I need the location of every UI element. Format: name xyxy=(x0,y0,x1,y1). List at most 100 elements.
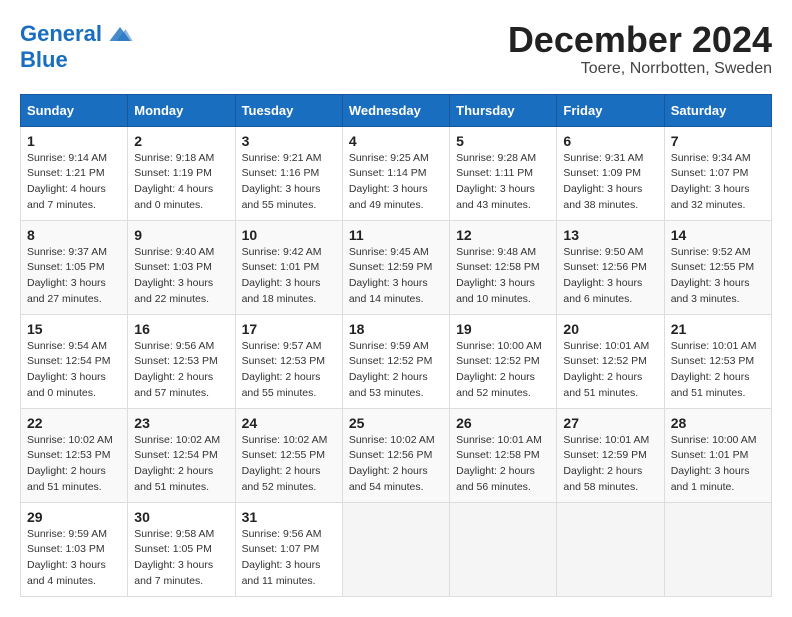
week-row-3: 15 Sunrise: 9:54 AM Sunset: 12:54 PM Day… xyxy=(21,314,772,408)
daylight-text: Daylight: 2 hours and 53 minutes. xyxy=(349,371,428,399)
calendar-cell: 10 Sunrise: 9:42 AM Sunset: 1:01 PM Dayl… xyxy=(235,220,342,314)
sunrise-text: Sunrise: 9:31 AM xyxy=(563,152,643,164)
day-info: Sunrise: 9:50 AM Sunset: 12:56 PM Daylig… xyxy=(563,245,657,308)
sunset-text: Sunset: 12:55 PM xyxy=(242,449,325,461)
calendar-cell: 3 Sunrise: 9:21 AM Sunset: 1:16 PM Dayli… xyxy=(235,126,342,220)
day-info: Sunrise: 9:52 AM Sunset: 12:55 PM Daylig… xyxy=(671,245,765,308)
week-row-5: 29 Sunrise: 9:59 AM Sunset: 1:03 PM Dayl… xyxy=(21,502,772,596)
week-row-1: 1 Sunrise: 9:14 AM Sunset: 1:21 PM Dayli… xyxy=(21,126,772,220)
logo-text: General xyxy=(20,22,102,46)
calendar-cell: 17 Sunrise: 9:57 AM Sunset: 12:53 PM Day… xyxy=(235,314,342,408)
sunset-text: Sunset: 12:59 PM xyxy=(563,449,646,461)
day-info: Sunrise: 9:31 AM Sunset: 1:09 PM Dayligh… xyxy=(563,151,657,214)
sunset-text: Sunset: 1:03 PM xyxy=(27,543,105,555)
sunrise-text: Sunrise: 9:52 AM xyxy=(671,246,751,258)
sunset-text: Sunset: 12:55 PM xyxy=(671,261,754,273)
sunrise-text: Sunrise: 9:21 AM xyxy=(242,152,322,164)
sunset-text: Sunset: 1:01 PM xyxy=(242,261,320,273)
daylight-text: Daylight: 3 hours and 32 minutes. xyxy=(671,183,750,211)
day-info: Sunrise: 10:02 AM Sunset: 12:56 PM Dayli… xyxy=(349,433,443,496)
day-info: Sunrise: 10:02 AM Sunset: 12:53 PM Dayli… xyxy=(27,433,121,496)
day-number: 28 xyxy=(671,415,765,431)
sunset-text: Sunset: 12:53 PM xyxy=(27,449,110,461)
sunrise-text: Sunrise: 9:59 AM xyxy=(349,340,429,352)
daylight-text: Daylight: 3 hours and 0 minutes. xyxy=(27,371,106,399)
day-info: Sunrise: 10:01 AM Sunset: 12:58 PM Dayli… xyxy=(456,433,550,496)
calendar-header: SundayMondayTuesdayWednesdayThursdayFrid… xyxy=(21,94,772,126)
sunrise-text: Sunrise: 9:56 AM xyxy=(242,528,322,540)
sunrise-text: Sunrise: 9:56 AM xyxy=(134,340,214,352)
day-number: 31 xyxy=(242,509,336,525)
calendar-cell: 6 Sunrise: 9:31 AM Sunset: 1:09 PM Dayli… xyxy=(557,126,664,220)
day-info: Sunrise: 9:59 AM Sunset: 12:52 PM Daylig… xyxy=(349,339,443,402)
calendar-cell: 30 Sunrise: 9:58 AM Sunset: 1:05 PM Dayl… xyxy=(128,502,235,596)
sunrise-text: Sunrise: 10:01 AM xyxy=(563,434,649,446)
sunrise-text: Sunrise: 10:00 AM xyxy=(456,340,542,352)
sunset-text: Sunset: 1:16 PM xyxy=(242,167,320,179)
sunset-text: Sunset: 12:52 PM xyxy=(349,355,432,367)
day-number: 14 xyxy=(671,227,765,243)
sunrise-text: Sunrise: 10:02 AM xyxy=(134,434,220,446)
header-row: SundayMondayTuesdayWednesdayThursdayFrid… xyxy=(21,94,772,126)
calendar-cell: 31 Sunrise: 9:56 AM Sunset: 1:07 PM Dayl… xyxy=(235,502,342,596)
calendar-body: 1 Sunrise: 9:14 AM Sunset: 1:21 PM Dayli… xyxy=(21,126,772,596)
column-header-saturday: Saturday xyxy=(664,94,771,126)
sunset-text: Sunset: 12:53 PM xyxy=(671,355,754,367)
logo-icon xyxy=(106,20,134,48)
sunset-text: Sunset: 1:05 PM xyxy=(134,543,212,555)
calendar-cell: 16 Sunrise: 9:56 AM Sunset: 12:53 PM Day… xyxy=(128,314,235,408)
column-header-thursday: Thursday xyxy=(450,94,557,126)
column-header-sunday: Sunday xyxy=(21,94,128,126)
daylight-text: Daylight: 2 hours and 51 minutes. xyxy=(671,371,750,399)
calendar-cell xyxy=(557,502,664,596)
calendar-cell: 27 Sunrise: 10:01 AM Sunset: 12:59 PM Da… xyxy=(557,408,664,502)
day-info: Sunrise: 9:28 AM Sunset: 1:11 PM Dayligh… xyxy=(456,151,550,214)
day-info: Sunrise: 10:02 AM Sunset: 12:54 PM Dayli… xyxy=(134,433,228,496)
sunrise-text: Sunrise: 9:28 AM xyxy=(456,152,536,164)
day-info: Sunrise: 9:48 AM Sunset: 12:58 PM Daylig… xyxy=(456,245,550,308)
daylight-text: Daylight: 2 hours and 51 minutes. xyxy=(27,465,106,493)
day-number: 8 xyxy=(27,227,121,243)
sunset-text: Sunset: 1:07 PM xyxy=(671,167,749,179)
day-number: 27 xyxy=(563,415,657,431)
day-info: Sunrise: 9:59 AM Sunset: 1:03 PM Dayligh… xyxy=(27,527,121,590)
sunrise-text: Sunrise: 9:54 AM xyxy=(27,340,107,352)
sunset-text: Sunset: 12:56 PM xyxy=(563,261,646,273)
sunset-text: Sunset: 1:01 PM xyxy=(671,449,749,461)
daylight-text: Daylight: 2 hours and 52 minutes. xyxy=(456,371,535,399)
daylight-text: Daylight: 3 hours and 49 minutes. xyxy=(349,183,428,211)
day-number: 4 xyxy=(349,133,443,149)
day-number: 13 xyxy=(563,227,657,243)
day-number: 11 xyxy=(349,227,443,243)
day-number: 6 xyxy=(563,133,657,149)
calendar-cell: 7 Sunrise: 9:34 AM Sunset: 1:07 PM Dayli… xyxy=(664,126,771,220)
day-info: Sunrise: 9:45 AM Sunset: 12:59 PM Daylig… xyxy=(349,245,443,308)
sunset-text: Sunset: 12:54 PM xyxy=(134,449,217,461)
day-info: Sunrise: 9:54 AM Sunset: 12:54 PM Daylig… xyxy=(27,339,121,402)
calendar-cell: 23 Sunrise: 10:02 AM Sunset: 12:54 PM Da… xyxy=(128,408,235,502)
daylight-text: Daylight: 3 hours and 22 minutes. xyxy=(134,277,213,305)
calendar-cell: 29 Sunrise: 9:59 AM Sunset: 1:03 PM Dayl… xyxy=(21,502,128,596)
day-number: 26 xyxy=(456,415,550,431)
sunrise-text: Sunrise: 9:34 AM xyxy=(671,152,751,164)
calendar-cell: 5 Sunrise: 9:28 AM Sunset: 1:11 PM Dayli… xyxy=(450,126,557,220)
daylight-text: Daylight: 3 hours and 3 minutes. xyxy=(671,277,750,305)
daylight-text: Daylight: 3 hours and 10 minutes. xyxy=(456,277,535,305)
day-info: Sunrise: 9:14 AM Sunset: 1:21 PM Dayligh… xyxy=(27,151,121,214)
sunset-text: Sunset: 1:05 PM xyxy=(27,261,105,273)
day-info: Sunrise: 9:57 AM Sunset: 12:53 PM Daylig… xyxy=(242,339,336,402)
logo-blue-text: Blue xyxy=(20,48,68,72)
day-info: Sunrise: 10:01 AM Sunset: 12:53 PM Dayli… xyxy=(671,339,765,402)
day-number: 24 xyxy=(242,415,336,431)
sunrise-text: Sunrise: 9:59 AM xyxy=(27,528,107,540)
day-info: Sunrise: 9:37 AM Sunset: 1:05 PM Dayligh… xyxy=(27,245,121,308)
column-header-wednesday: Wednesday xyxy=(342,94,449,126)
day-number: 5 xyxy=(456,133,550,149)
day-number: 17 xyxy=(242,321,336,337)
daylight-text: Daylight: 2 hours and 51 minutes. xyxy=(563,371,642,399)
day-number: 7 xyxy=(671,133,765,149)
sunrise-text: Sunrise: 9:14 AM xyxy=(27,152,107,164)
day-info: Sunrise: 9:25 AM Sunset: 1:14 PM Dayligh… xyxy=(349,151,443,214)
sunrise-text: Sunrise: 10:02 AM xyxy=(27,434,113,446)
sunset-text: Sunset: 12:52 PM xyxy=(563,355,646,367)
